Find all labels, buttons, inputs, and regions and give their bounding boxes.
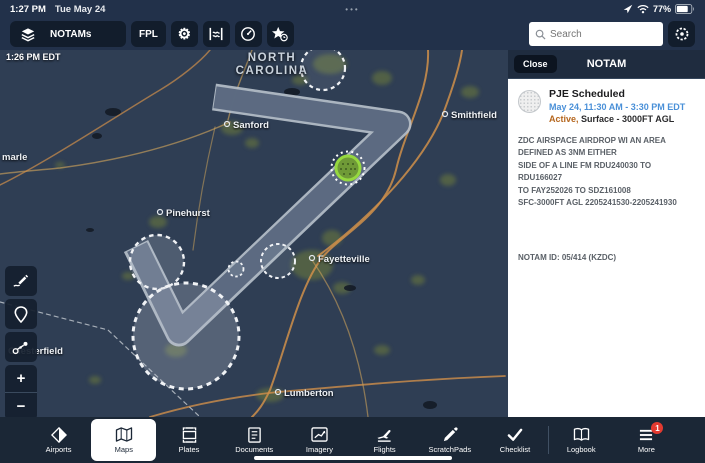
airport-beacon-icon xyxy=(51,427,67,443)
layers-button-label: NOTAMs xyxy=(50,29,91,40)
map-timestamp: 1:26 PM EDT xyxy=(6,52,61,62)
layers-icon xyxy=(20,27,36,42)
close-button[interactable]: Close xyxy=(514,55,557,73)
notam-title: PJE Scheduled xyxy=(549,88,685,100)
city-label-fayetteville: Fayetteville xyxy=(318,254,370,265)
flight-takeoff-icon xyxy=(376,427,393,443)
map-toolbar: NOTAMs FPL ⚙ xyxy=(0,18,705,50)
location-pin-button[interactable] xyxy=(5,299,37,329)
fpl-button[interactable]: FPL xyxy=(131,21,166,47)
gauge-icon xyxy=(240,26,256,42)
tab-documents[interactable]: Documents xyxy=(222,419,287,461)
favorites-recents-button[interactable] xyxy=(267,21,294,47)
gear-icon: ⚙ xyxy=(178,27,191,42)
checkmark-icon xyxy=(507,428,523,442)
annotate-button[interactable] xyxy=(5,266,37,296)
city-label-smithfield: Smithfield xyxy=(451,110,497,121)
altitude-filter-button[interactable] xyxy=(203,21,230,47)
notam-detail-panel: NOTAM Close PJE Scheduled May 24, 11:30 … xyxy=(508,50,705,417)
notam-area-icon xyxy=(518,90,541,113)
notam-status-line: Active, Surface - 3000FT AGL xyxy=(549,114,685,124)
search-box[interactable] xyxy=(529,22,663,46)
playback-gauge-button[interactable] xyxy=(235,21,262,47)
map-options-button[interactable] xyxy=(668,21,695,47)
tab-maps[interactable]: Maps xyxy=(91,419,156,461)
layers-notams-button[interactable]: NOTAMs xyxy=(10,21,126,47)
annotate-pencil-icon xyxy=(12,273,30,289)
map-icon xyxy=(115,427,133,442)
route-tool-button[interactable] xyxy=(5,332,37,362)
search-input[interactable] xyxy=(550,29,657,40)
home-indicator[interactable] xyxy=(254,456,452,460)
more-badge: 1 xyxy=(651,422,663,434)
altitude-filter-icon xyxy=(208,27,224,41)
map-controls: + − xyxy=(5,266,37,417)
star-clock-icon xyxy=(271,26,289,42)
status-bar: 1:27 PM Tue May 24 ••• 77% xyxy=(0,0,705,18)
zoom-controls: + − xyxy=(5,365,37,417)
map-settings-button[interactable]: ⚙ xyxy=(171,21,198,47)
notam-id: NOTAM ID: 05/414 (KZDC) xyxy=(518,253,695,262)
tab-checklist[interactable]: Checklist xyxy=(482,419,547,461)
city-label-sanford: Sanford xyxy=(233,120,269,131)
notam-time-range: May 24, 11:30 AM - 3:30 PM EDT xyxy=(549,102,685,112)
city-label-albemarle-partial: marle xyxy=(2,152,27,163)
route-icon xyxy=(12,340,30,355)
document-icon xyxy=(247,427,262,443)
imagery-chart-icon xyxy=(311,427,328,442)
tab-imagery[interactable]: Imagery xyxy=(287,419,352,461)
tab-plates[interactable]: Plates xyxy=(156,419,221,461)
tab-more[interactable]: 1 More xyxy=(614,419,679,461)
search-icon xyxy=(535,29,546,40)
notam-status: Active, xyxy=(549,114,579,124)
plates-icon xyxy=(182,427,197,443)
panel-body: PJE Scheduled May 24, 11:30 AM - 3:30 PM… xyxy=(508,79,705,271)
region-label-line2: CAROLINA xyxy=(236,65,309,77)
fpl-button-label: FPL xyxy=(139,29,158,40)
status-center-dots: ••• xyxy=(0,5,705,14)
zoom-in-button[interactable]: + xyxy=(5,365,37,392)
tab-scratchpads[interactable]: ScratchPads xyxy=(417,419,482,461)
city-label-lumberton: Lumberton xyxy=(284,388,334,399)
notam-altitude: Surface - 3000FT AGL xyxy=(579,114,675,124)
tab-logbook[interactable]: Logbook xyxy=(549,419,614,461)
region-label-line1: NORTH xyxy=(248,52,296,64)
tab-flights[interactable]: Flights xyxy=(352,419,417,461)
logbook-book-icon xyxy=(573,427,590,442)
panel-header: NOTAM Close xyxy=(508,50,705,79)
compass-wheel-icon xyxy=(674,26,690,42)
tab-airports[interactable]: Airports xyxy=(26,419,91,461)
location-pin-icon xyxy=(14,306,28,323)
zoom-out-button[interactable]: − xyxy=(5,393,37,417)
pencil-icon xyxy=(442,427,458,443)
notam-body-text: ZDC AIRSPACE AIRDROP WI AN AREA DEFINED … xyxy=(518,135,695,209)
city-label-pinehurst: Pinehurst xyxy=(166,208,211,219)
